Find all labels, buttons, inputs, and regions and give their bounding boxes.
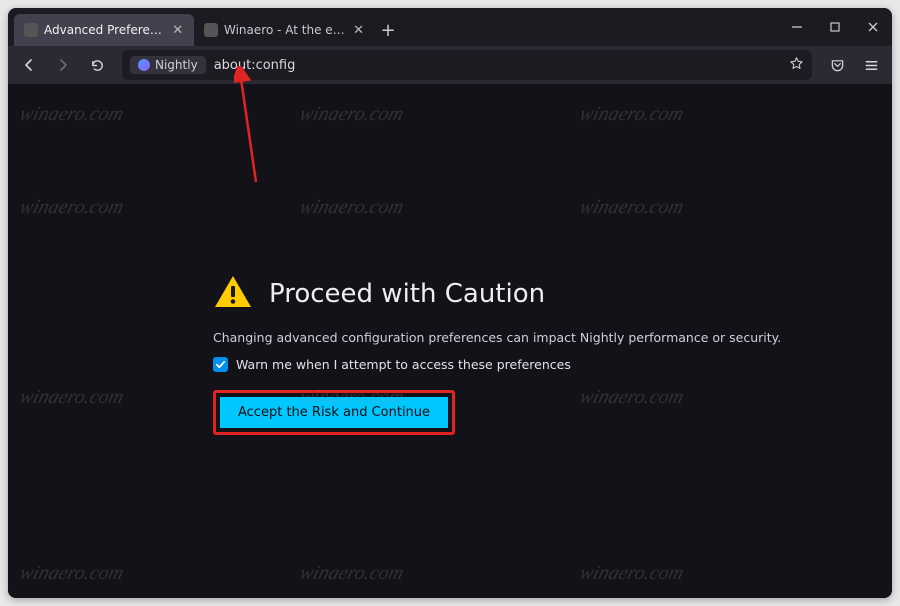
tab-favicon bbox=[24, 23, 38, 37]
titlebar: Advanced Preferences ✕ Winaero - At the … bbox=[8, 8, 892, 46]
tab-label: Advanced Preferences bbox=[44, 23, 165, 37]
caution-title: Proceed with Caution bbox=[269, 279, 545, 309]
maximize-button[interactable] bbox=[816, 8, 854, 46]
close-tab-icon[interactable]: ✕ bbox=[171, 23, 184, 37]
accept-risk-button[interactable]: Accept the Risk and Continue bbox=[220, 397, 448, 428]
tab-winaero[interactable]: Winaero - At the edge of tweaking ✕ bbox=[194, 14, 374, 46]
minimize-button[interactable] bbox=[778, 8, 816, 46]
warn-checkbox[interactable] bbox=[213, 357, 228, 372]
browser-window: Advanced Preferences ✕ Winaero - At the … bbox=[8, 8, 892, 598]
caution-panel: Proceed with Caution Changing advanced c… bbox=[213, 274, 781, 435]
accept-button-highlight: Accept the Risk and Continue bbox=[213, 390, 455, 435]
back-button[interactable] bbox=[14, 50, 44, 80]
navigation-toolbar: Nightly about:config bbox=[8, 46, 892, 84]
toolbar-right bbox=[822, 50, 886, 80]
close-window-button[interactable] bbox=[854, 8, 892, 46]
tab-favicon bbox=[204, 23, 218, 37]
url-text: about:config bbox=[214, 58, 781, 73]
tab-advanced-preferences[interactable]: Advanced Preferences ✕ bbox=[14, 14, 194, 46]
app-menu-button[interactable] bbox=[856, 50, 886, 80]
reload-button[interactable] bbox=[82, 50, 112, 80]
save-to-pocket-icon[interactable] bbox=[822, 50, 852, 80]
window-controls bbox=[778, 8, 892, 46]
annotation-arrow bbox=[234, 66, 274, 186]
url-bar[interactable]: Nightly about:config bbox=[122, 50, 812, 80]
caution-description: Changing advanced configuration preferen… bbox=[213, 330, 781, 345]
bookmark-star-icon[interactable] bbox=[789, 56, 804, 75]
firefox-nightly-icon bbox=[138, 59, 150, 71]
close-tab-icon[interactable]: ✕ bbox=[353, 23, 364, 37]
caution-header: Proceed with Caution bbox=[213, 274, 781, 314]
content-area: Proceed with Caution Changing advanced c… bbox=[8, 84, 892, 598]
forward-button[interactable] bbox=[48, 50, 78, 80]
tab-strip: Advanced Preferences ✕ Winaero - At the … bbox=[8, 8, 778, 46]
tab-label: Winaero - At the edge of tweaking bbox=[224, 23, 347, 37]
warn-checkbox-label: Warn me when I attempt to access these p… bbox=[236, 357, 571, 372]
warning-triangle-icon bbox=[213, 274, 253, 314]
new-tab-button[interactable]: + bbox=[374, 14, 402, 46]
identity-label: Nightly bbox=[155, 58, 198, 72]
identity-box[interactable]: Nightly bbox=[130, 56, 206, 74]
warn-checkbox-row[interactable]: Warn me when I attempt to access these p… bbox=[213, 357, 781, 372]
